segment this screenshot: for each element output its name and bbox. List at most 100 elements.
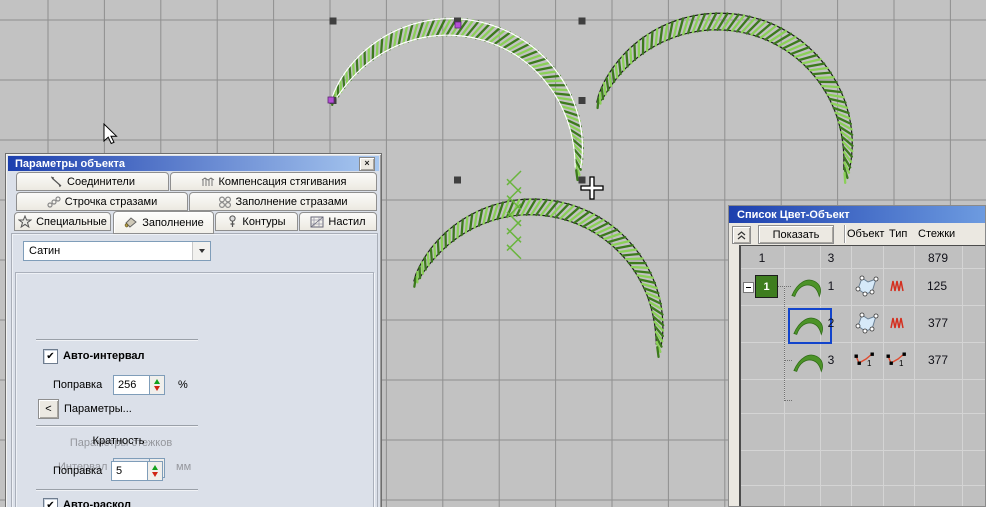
params-link-label[interactable]: Параметры... bbox=[64, 403, 132, 415]
grid-line bbox=[741, 342, 986, 343]
spin-down-icon bbox=[152, 472, 158, 477]
tab-label: Заполнение стразами bbox=[235, 196, 347, 208]
tab-label: Компенсация стягивания bbox=[219, 176, 347, 188]
adjust-unit-label: % bbox=[178, 379, 188, 391]
object-parameters-dialog: Параметры объекта × Соединители Компенса… bbox=[5, 153, 382, 507]
tab-special[interactable]: Специальные bbox=[14, 212, 111, 231]
grid-line bbox=[741, 305, 986, 306]
arc-thumbnail-icon bbox=[790, 274, 824, 300]
toolbar-separator bbox=[844, 225, 845, 243]
grid-line bbox=[962, 246, 963, 507]
mult-adjust-spinbox[interactable] bbox=[111, 461, 163, 481]
object-thumbnail[interactable] bbox=[792, 312, 826, 338]
divider bbox=[36, 425, 198, 426]
tab-label: Настил bbox=[328, 216, 365, 228]
special-icon bbox=[18, 215, 32, 228]
grid-line bbox=[741, 413, 986, 414]
object-shape-icon bbox=[854, 311, 880, 335]
tab-label: Контуры bbox=[242, 216, 285, 228]
stitch-count: 125 bbox=[927, 279, 947, 293]
arc-thumbnail-icon bbox=[792, 312, 826, 338]
object-number: 3 bbox=[828, 353, 835, 367]
tab-label: Заполнение bbox=[142, 217, 204, 229]
object-shape-icon bbox=[854, 274, 880, 298]
collapse-button[interactable] bbox=[732, 226, 751, 244]
fill-type-value: Сатин bbox=[24, 245, 192, 257]
mult-adjust-spinner[interactable] bbox=[147, 461, 163, 481]
panel-title: Список Цвет-Объект bbox=[737, 209, 850, 221]
satin-type-icon bbox=[889, 278, 905, 294]
stitch-count: 377 bbox=[928, 316, 948, 330]
tab-fill[interactable]: Заполнение bbox=[113, 211, 214, 234]
mult-adjust-label: Поправка bbox=[53, 465, 102, 477]
tab-rhinestone-fill[interactable]: Заполнение стразами bbox=[189, 192, 377, 211]
tab-label: Специальные bbox=[36, 216, 107, 228]
grid-line bbox=[883, 246, 884, 507]
satin-type-icon bbox=[889, 315, 905, 331]
check-icon: ✔ bbox=[46, 501, 54, 507]
minus-icon bbox=[746, 287, 751, 288]
tree-line bbox=[784, 360, 792, 361]
fill-type-select[interactable]: Сатин bbox=[23, 241, 211, 261]
tab-rhinestone-run[interactable]: Строчка стразами bbox=[16, 192, 188, 211]
object-thumbnail[interactable] bbox=[792, 349, 826, 375]
close-icon: × bbox=[364, 158, 369, 168]
color-chip[interactable]: 1 bbox=[755, 275, 778, 298]
grid-line bbox=[851, 246, 852, 507]
grid-line bbox=[914, 246, 915, 507]
multiplicity-section-label: Кратность bbox=[61, 435, 176, 447]
tree-line bbox=[784, 400, 792, 401]
app-window: Параметры объекта × Соединители Компенса… bbox=[0, 0, 986, 507]
tab-label: Соединители bbox=[67, 176, 135, 188]
divider bbox=[36, 489, 198, 490]
stitch-count: 377 bbox=[928, 353, 948, 367]
svg-text:1: 1 bbox=[899, 359, 904, 368]
run-shape-icon: 1 bbox=[853, 350, 877, 370]
tree-line bbox=[777, 286, 791, 287]
adjust-label: Поправка bbox=[53, 379, 102, 391]
spin-up-icon bbox=[152, 465, 158, 470]
params-collapse-label: < bbox=[45, 403, 51, 415]
adjust-spinbox[interactable] bbox=[113, 375, 165, 395]
divider bbox=[36, 339, 198, 340]
auto-interval-label: Авто-интервал bbox=[63, 350, 145, 362]
tab-label: Строчка стразами bbox=[65, 196, 157, 208]
column-header-type[interactable]: Тип bbox=[889, 228, 907, 240]
tab-outlines[interactable]: Контуры bbox=[215, 212, 298, 231]
mult-adjust-input[interactable] bbox=[111, 461, 147, 481]
panel-titlebar[interactable]: Список Цвет-Объект bbox=[729, 206, 985, 223]
adjust-spinner[interactable] bbox=[149, 375, 165, 395]
summary-stitch-count: 879 bbox=[928, 251, 948, 265]
column-header-stitches[interactable]: Стежки bbox=[918, 228, 955, 240]
combo-dropdown-button[interactable] bbox=[192, 242, 210, 260]
close-button[interactable]: × bbox=[359, 157, 375, 171]
object-list-table[interactable]: 1 3 879 1 1 bbox=[739, 245, 986, 507]
arc-thumbnail-icon bbox=[792, 349, 826, 375]
svg-text:1: 1 bbox=[867, 359, 872, 368]
show-button[interactable]: Показать bbox=[758, 225, 834, 244]
spin-up-icon bbox=[154, 379, 160, 384]
object-number: 1 bbox=[828, 279, 835, 293]
grid-line bbox=[741, 450, 986, 451]
summary-color-index: 1 bbox=[759, 251, 766, 265]
rhinestone-run-icon bbox=[47, 196, 61, 208]
tab-pull-compensation[interactable]: Компенсация стягивания bbox=[170, 172, 377, 191]
object-number: 2 bbox=[828, 316, 835, 330]
spin-down-icon bbox=[154, 386, 160, 391]
tree-line bbox=[784, 286, 785, 401]
tab-underlay[interactable]: Настил bbox=[299, 212, 377, 231]
column-header-object[interactable]: Объект bbox=[847, 228, 884, 240]
adjust-input[interactable] bbox=[113, 375, 149, 395]
check-icon: ✔ bbox=[46, 352, 54, 362]
tree-expander[interactable] bbox=[743, 282, 754, 293]
tab-connectors[interactable]: Соединители bbox=[16, 172, 169, 191]
summary-object-count: 3 bbox=[828, 251, 835, 265]
dialog-titlebar[interactable]: Параметры объекта × bbox=[8, 156, 379, 171]
interval-unit-label: мм bbox=[176, 461, 191, 473]
connector-icon bbox=[50, 176, 63, 188]
auto-split-checkbox[interactable]: ✔ bbox=[43, 498, 58, 507]
object-thumbnail[interactable] bbox=[790, 274, 824, 300]
auto-interval-checkbox[interactable]: ✔ bbox=[43, 349, 58, 364]
params-collapse-button[interactable]: < bbox=[38, 399, 59, 419]
grid-line bbox=[741, 379, 986, 380]
